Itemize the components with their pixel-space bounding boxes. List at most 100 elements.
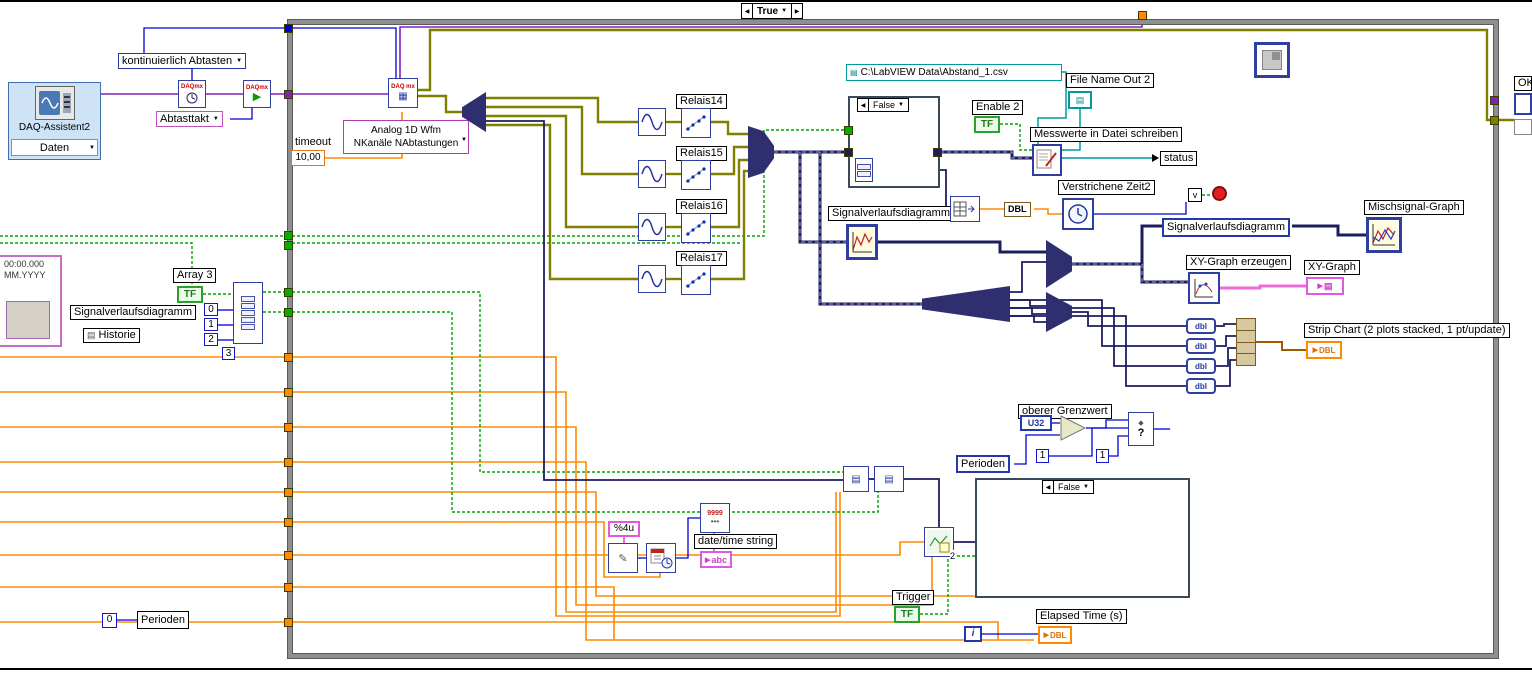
iteration-terminal[interactable]: i <box>964 626 982 642</box>
perioden-terminal-left[interactable]: Perioden <box>137 611 190 629</box>
tunnel[interactable] <box>284 90 293 99</box>
tunnel[interactable] <box>284 388 293 397</box>
tunnel[interactable] <box>284 241 293 250</box>
cut-terminal[interactable] <box>1514 119 1532 135</box>
waveform-scale-node-2[interactable] <box>638 160 666 188</box>
waveform-scale-node-4[interactable] <box>638 265 666 293</box>
inner-case2-selector[interactable]: ◀ False ▼ <box>1042 480 1094 494</box>
convert-dynamic-dbl-node-4[interactable]: dbl <box>1186 378 1216 394</box>
file-name-out-terminal[interactable]: ▤ <box>1068 91 1092 109</box>
convert-dynamic-dbl-node-2[interactable]: dbl <box>1186 338 1216 354</box>
relais15-node[interactable] <box>681 160 711 190</box>
tunnel[interactable] <box>284 353 293 362</box>
relais17-node[interactable] <box>681 265 711 295</box>
case-prev-arrow-icon[interactable]: ◀ <box>742 4 753 18</box>
convert-dynamic-dbl-node-3[interactable]: dbl <box>1186 358 1216 374</box>
enable2-boolean[interactable]: TF <box>974 116 1000 133</box>
tunnel[interactable] <box>284 518 293 527</box>
elapsed-time-terminal[interactable]: ▶ DBL <box>1038 626 1072 644</box>
tunnel[interactable] <box>844 126 853 135</box>
daqmx-read-node[interactable]: DAQ mx ▦ <box>388 78 418 108</box>
get-datetime-node[interactable] <box>646 543 676 573</box>
sampling-mode-value[interactable]: kontinuierlich Abtasten <box>122 55 232 68</box>
chart-indicator-terminal[interactable]: Signalverlaufsdiagramm <box>1162 218 1290 237</box>
daq-assistant-output-daten[interactable]: Daten ▼ <box>11 139 98 156</box>
waveform-chart-terminal[interactable] <box>846 224 878 260</box>
case1-value[interactable]: False <box>873 100 895 110</box>
file-path-text[interactable]: C:\LabVIEW Data\Abstand_1.csv <box>861 65 1008 80</box>
chevron-down-icon[interactable]: ▼ <box>236 55 242 68</box>
build-xy-graph-node[interactable] <box>1188 272 1220 304</box>
datetime-string-terminal[interactable]: ▶ abc <box>700 551 732 568</box>
timestamp-display[interactable]: 00:00.000 MM.YYYY <box>0 255 62 347</box>
case-value[interactable]: True <box>757 6 778 17</box>
one-constant-b[interactable]: 1 <box>1096 449 1109 463</box>
convert-dynamic-dbl-node-1[interactable]: dbl <box>1186 318 1216 334</box>
datetime-string-node[interactable]: 9999 ••• <box>700 503 730 533</box>
write-measurement-file-node[interactable] <box>1032 144 1062 176</box>
array-constant-icon[interactable] <box>855 158 873 182</box>
polymorphic-selector[interactable]: Analog 1D Wfm NKanäle NAbtastungen ▼ <box>343 120 469 154</box>
tunnel[interactable] <box>284 288 293 297</box>
convert-from-dynamic-node[interactable] <box>950 196 980 222</box>
index-array-node[interactable] <box>233 282 263 344</box>
historie-box[interactable]: ▤ Historie <box>83 328 140 343</box>
tunnel[interactable] <box>284 583 293 592</box>
abtasttakt-value[interactable]: Abtasttakt <box>160 113 209 126</box>
select-node[interactable]: ◆ ? <box>1128 412 1154 446</box>
strip-chart-terminal[interactable]: ▶ DBL <box>1306 341 1342 359</box>
daqmx-start-node[interactable]: DAQmx ▶ <box>243 80 271 108</box>
index-array-node-2[interactable]: ▤ <box>874 466 904 492</box>
tunnel[interactable] <box>284 551 293 560</box>
tunnel[interactable] <box>933 148 942 157</box>
tunnel[interactable] <box>284 458 293 467</box>
tunnel[interactable] <box>284 618 293 627</box>
tunnel[interactable] <box>284 308 293 317</box>
tunnel[interactable] <box>1490 116 1499 125</box>
greater-than-node[interactable] <box>1060 415 1087 445</box>
tunnel[interactable] <box>284 24 293 33</box>
chevron-down-icon[interactable]: ▼ <box>89 145 95 151</box>
chevron-down-icon[interactable]: ▼ <box>461 134 467 147</box>
array3-boolean[interactable]: TF <box>177 286 203 303</box>
abtasttakt-dropdown[interactable]: Abtasttakt ▼ <box>156 111 223 127</box>
picture-indicator-terminal[interactable] <box>1254 42 1290 78</box>
mischsignal-graph-terminal[interactable] <box>1366 217 1402 253</box>
waveform-scale-node-1[interactable] <box>638 108 666 136</box>
stop-led-indicator[interactable] <box>1212 186 1227 201</box>
tunnel[interactable] <box>284 231 293 240</box>
collector-size-label[interactable]: 2 <box>950 550 956 563</box>
chevron-down-icon[interactable]: ▼ <box>213 113 219 126</box>
case-prev-arrow-icon[interactable]: ◀ <box>1043 481 1054 493</box>
elapsed-time-node[interactable] <box>1062 198 1094 230</box>
bundle-node[interactable] <box>1236 318 1256 366</box>
index-constant-3[interactable]: 3 <box>222 347 235 360</box>
case-prev-arrow-icon[interactable]: ◀ <box>858 99 869 111</box>
perioden-terminal-right[interactable]: Perioden <box>956 455 1011 473</box>
tunnel[interactable] <box>1138 11 1147 20</box>
tunnel[interactable] <box>844 148 853 157</box>
trigger-boolean[interactable]: TF <box>894 606 920 623</box>
index-constant-0[interactable]: 0 <box>204 303 218 316</box>
case2-value[interactable]: False <box>1058 482 1080 492</box>
case-next-arrow-icon[interactable]: ▶ <box>791 4 802 18</box>
inner-case1-selector[interactable]: ◀ False ▼ <box>857 98 909 112</box>
daqmx-timing-node[interactable]: DAQmx <box>178 80 206 108</box>
ok-terminal-cut[interactable] <box>1514 93 1532 115</box>
xy-graph-terminal[interactable]: ▶ ▤ <box>1306 277 1344 295</box>
relais14-node[interactable] <box>681 108 711 138</box>
daq-assistant-node[interactable]: DAQ-Assistent2 Daten ▼ <box>8 82 101 160</box>
relais16-node[interactable] <box>681 213 711 243</box>
format-number-node[interactable]: ✎ <box>608 543 638 573</box>
tunnel[interactable] <box>284 423 293 432</box>
inner-case-structure-2[interactable] <box>975 478 1190 598</box>
tunnel[interactable] <box>284 488 293 497</box>
bundle-node-2[interactable]: ▤ <box>843 466 869 492</box>
sampling-mode-dropdown[interactable]: kontinuierlich Abtasten ▼ <box>118 53 247 69</box>
main-case-selector[interactable]: ◀ True ▼ ▶ <box>741 3 804 19</box>
file-path-constant[interactable]: ▤ C:\LabVIEW Data\Abstand_1.csv <box>846 64 1062 81</box>
u32-terminal[interactable]: U32 <box>1020 415 1052 431</box>
index-constant-1[interactable]: 1 <box>204 318 218 331</box>
waveform-scale-node-3[interactable] <box>638 213 666 241</box>
timeout-constant[interactable]: 10,00 <box>291 150 325 166</box>
